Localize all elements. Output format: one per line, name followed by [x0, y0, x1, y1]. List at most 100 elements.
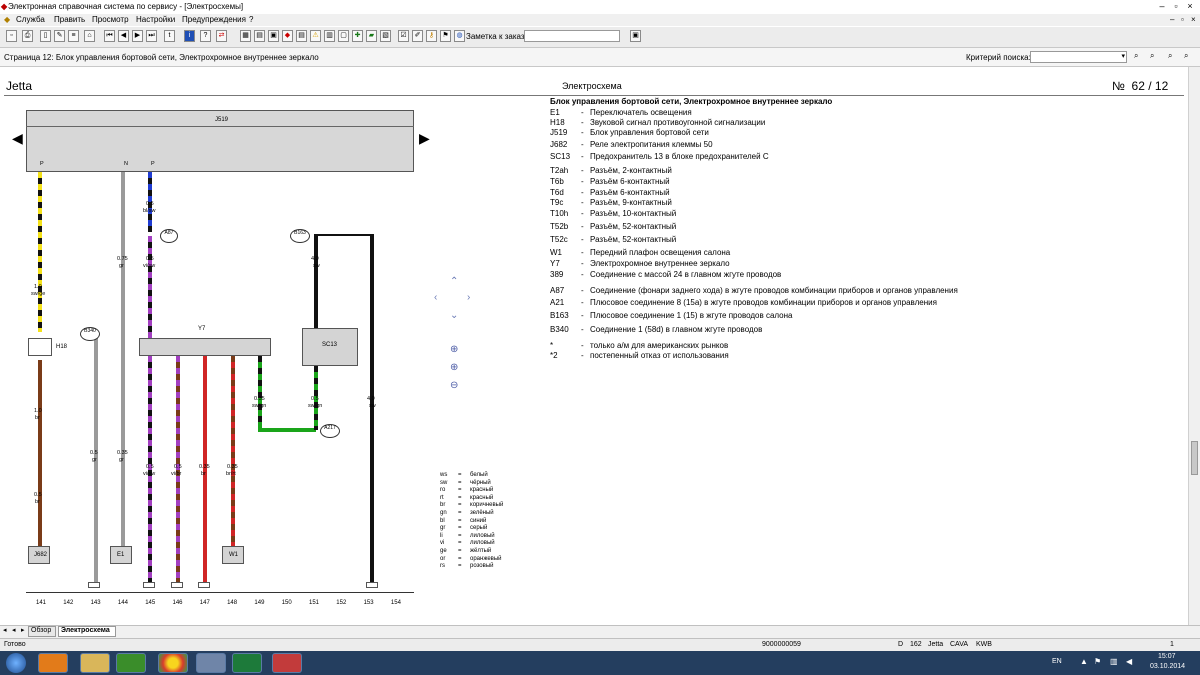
- doc-restore-button[interactable]: ▫: [1181, 15, 1184, 24]
- connector-b163[interactable]: B163: [290, 229, 310, 243]
- chart-icon[interactable]: ▧: [380, 30, 391, 42]
- edit-icon[interactable]: ✎: [54, 30, 65, 42]
- flag-icon[interactable]: ⚑: [440, 30, 451, 42]
- zoom-out-icon[interactable]: ⊖: [450, 380, 458, 391]
- taskbar-chrome-icon[interactable]: [158, 653, 188, 673]
- menu-edit[interactable]: Править: [54, 15, 85, 24]
- taskbar-acrobat-icon[interactable]: [272, 653, 302, 673]
- swap-icon[interactable]: ⇄: [216, 30, 227, 42]
- table-icon[interactable]: ▥: [324, 30, 335, 42]
- pan-left-icon[interactable]: ‹: [434, 292, 437, 303]
- legend-dash: -: [581, 209, 584, 218]
- globe-icon[interactable]: ◍: [454, 30, 465, 42]
- horn-h18[interactable]: [28, 338, 52, 356]
- taskbar-utorrent-icon[interactable]: [116, 653, 146, 673]
- page-icon[interactable]: ▤: [296, 30, 307, 42]
- question-icon[interactable]: ?: [200, 30, 211, 42]
- tab-first-icon[interactable]: ◂: [3, 626, 7, 634]
- doc-minimize-button[interactable]: –: [1170, 15, 1174, 24]
- maximize-button[interactable]: ▫: [1170, 1, 1182, 12]
- list-icon[interactable]: ▤: [254, 30, 265, 42]
- prev-page-arrow-icon[interactable]: ◀: [12, 130, 23, 147]
- pan-right-icon[interactable]: ›: [467, 292, 470, 303]
- wire-label-size: 0.75: [117, 256, 128, 262]
- pan-down-icon[interactable]: ⌄: [450, 310, 458, 321]
- language-indicator[interactable]: EN: [1052, 658, 1062, 665]
- search-select[interactable]: ▾: [1030, 51, 1127, 63]
- legend-desc: Плюсовое соединение 1 (15) в жгуте прово…: [590, 311, 793, 320]
- pan-up-icon[interactable]: ⌃: [450, 276, 458, 287]
- switch-e1[interactable]: E1: [110, 546, 132, 564]
- tab-prev-icon[interactable]: ◂: [12, 626, 16, 634]
- close-button[interactable]: ×: [1184, 1, 1196, 12]
- next-page-arrow-icon[interactable]: ▶: [419, 130, 430, 147]
- taskbar-excel-icon[interactable]: [232, 653, 262, 673]
- tag-icon[interactable]: ◆: [282, 30, 293, 42]
- notes-icon[interactable]: ≡: [68, 30, 79, 42]
- print-icon[interactable]: ⎙: [22, 30, 33, 42]
- tray-volume-icon[interactable]: ◀: [1126, 657, 1132, 666]
- search-next-icon[interactable]: ⌕: [1150, 51, 1162, 63]
- menu-view[interactable]: Просмотр: [92, 15, 129, 24]
- taskbar-explorer-icon[interactable]: [80, 653, 110, 673]
- note-window-icon[interactable]: ▣: [630, 30, 641, 42]
- axis-number: 149: [254, 600, 265, 606]
- last-page-icon[interactable]: ⏭: [146, 30, 157, 42]
- grid-icon[interactable]: ▦: [240, 30, 251, 42]
- cube-icon[interactable]: ▣: [268, 30, 279, 42]
- car-icon[interactable]: ⌂: [84, 30, 95, 42]
- search-binoculars-icon[interactable]: ⌕: [1134, 51, 1146, 63]
- tab-next-icon[interactable]: ▸: [21, 626, 25, 634]
- tab-schematic[interactable]: Электросхема: [58, 626, 116, 637]
- taskbar-outlook-icon[interactable]: [38, 653, 68, 673]
- vertical-scrollbar[interactable]: [1188, 67, 1200, 625]
- connector-a217[interactable]: A217: [320, 424, 340, 438]
- connector-b340[interactable]: B340: [80, 327, 100, 341]
- document-icon[interactable]: ▯: [40, 30, 51, 42]
- clock-time[interactable]: 15:07: [1158, 653, 1176, 660]
- tray-network-icon[interactable]: ▥: [1110, 657, 1118, 666]
- start-button[interactable]: [6, 653, 26, 673]
- checklist-icon[interactable]: ☑: [398, 30, 409, 42]
- warning-icon[interactable]: ⚠: [310, 30, 321, 42]
- mirror-y7[interactable]: [139, 338, 271, 356]
- first-page-icon[interactable]: ⏮: [104, 30, 115, 42]
- search-all-icon[interactable]: ⌕: [1184, 51, 1196, 63]
- legend-desc: Соединение 1 (58d) в главном жгуте прово…: [590, 325, 763, 334]
- menu-warnings[interactable]: Предупреждения: [182, 15, 246, 24]
- doc-close-button[interactable]: ×: [1191, 15, 1196, 24]
- tab-overview[interactable]: Обзор: [28, 626, 56, 637]
- tray-arrow-icon[interactable]: ▲: [1080, 657, 1088, 666]
- connector-a87[interactable]: A87: [160, 229, 178, 243]
- zoom-fit-icon[interactable]: ⊕: [450, 362, 458, 373]
- truck-icon[interactable]: ▰: [366, 30, 377, 42]
- menu-settings[interactable]: Настройки: [136, 15, 175, 24]
- taskbar-app-icon[interactable]: [196, 653, 226, 673]
- jump-icon[interactable]: t: [164, 30, 175, 42]
- next-page-icon[interactable]: ▶: [132, 30, 143, 42]
- scroll-thumb[interactable]: [1191, 441, 1198, 475]
- search-prev-icon[interactable]: ⌕: [1168, 51, 1180, 63]
- pen-icon[interactable]: ✐: [412, 30, 423, 42]
- minimize-button[interactable]: –: [1156, 1, 1168, 12]
- menu-help[interactable]: ?: [249, 15, 253, 24]
- legend-code: B163: [550, 311, 569, 320]
- tray-flag-icon[interactable]: ⚑: [1094, 657, 1101, 666]
- clock-date[interactable]: 03.10.2014: [1150, 663, 1185, 670]
- axis-number: 146: [172, 600, 183, 606]
- legend-code: T2ah: [550, 166, 569, 175]
- prev-page-icon[interactable]: ◀: [118, 30, 129, 42]
- info-icon[interactable]: i: [184, 30, 195, 42]
- key-icon[interactable]: ⚷: [426, 30, 437, 42]
- legend-code: T6d: [550, 188, 564, 197]
- bag-icon[interactable]: ▢: [338, 30, 349, 42]
- menu-service[interactable]: Служба: [16, 15, 45, 24]
- connector-a217-label: A217: [324, 425, 336, 431]
- lamp-w1[interactable]: W1: [222, 546, 244, 564]
- zoom-in-icon[interactable]: ⊕: [450, 344, 458, 355]
- tools-icon[interactable]: ✚: [352, 30, 363, 42]
- relay-j682[interactable]: J682: [28, 546, 50, 564]
- unit-j519[interactable]: J519: [26, 110, 414, 172]
- order-note-input[interactable]: [524, 30, 620, 42]
- new-icon[interactable]: ▫: [6, 30, 17, 42]
